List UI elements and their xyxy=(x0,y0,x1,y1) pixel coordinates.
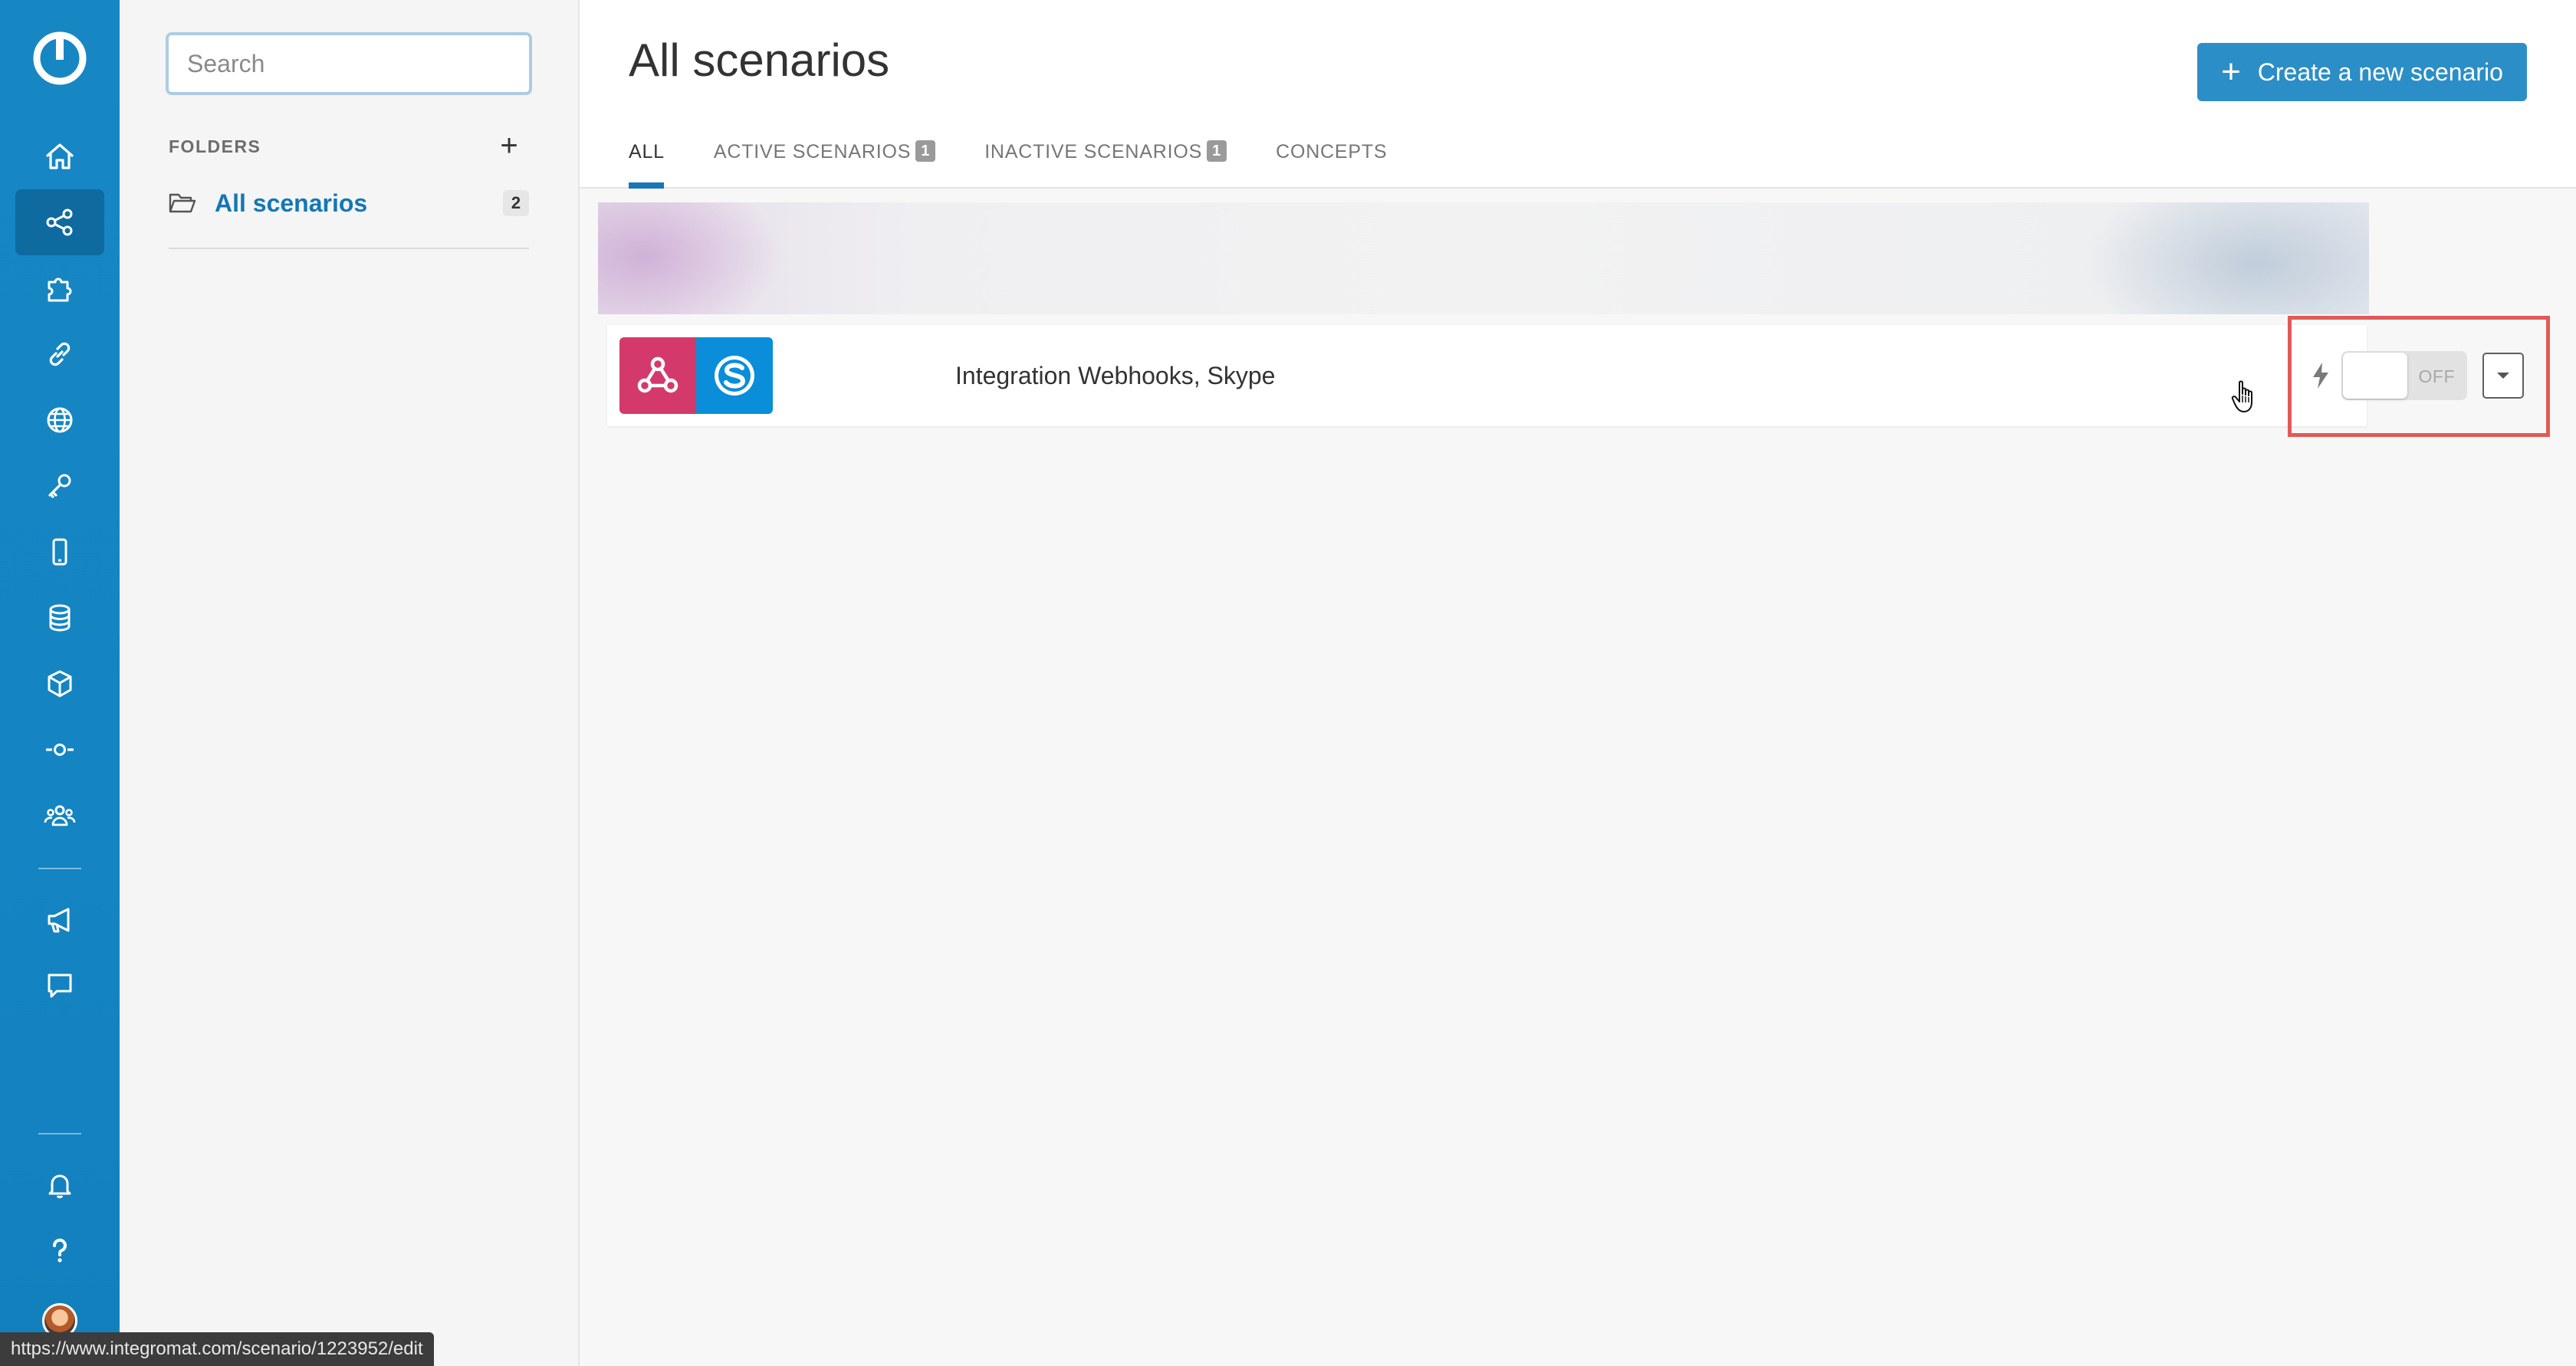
share-icon[interactable] xyxy=(15,189,104,255)
status-bar-url: https://www.integromat.com/scenario/1223… xyxy=(0,1332,434,1366)
database-icon[interactable] xyxy=(15,585,104,651)
tab-label: ALL xyxy=(629,141,665,163)
team-icon[interactable] xyxy=(15,783,104,849)
lightning-icon xyxy=(2313,363,2328,389)
rail-divider xyxy=(38,868,81,869)
create-scenario-label: Create a new scenario xyxy=(2257,57,2503,86)
chevron-down-icon xyxy=(2497,373,2509,379)
scenario-options-dropdown[interactable] xyxy=(2482,353,2524,399)
page-title: All scenarios xyxy=(629,34,890,86)
key-icon[interactable] xyxy=(15,453,104,519)
sidebar-divider xyxy=(169,248,529,249)
scenario-row[interactable]: Integration Webhooks, Skype xyxy=(607,325,2367,426)
tab-inactive-scenarios[interactable]: INACTIVE SCENARIOS 1 xyxy=(984,138,1227,189)
toggle-state-label: OFF xyxy=(2418,366,2455,386)
folder-label: All scenarios xyxy=(215,189,368,217)
chat-icon[interactable] xyxy=(15,953,104,1019)
commit-icon[interactable] xyxy=(15,717,104,783)
bell-icon[interactable] xyxy=(15,1152,104,1218)
link-icon[interactable] xyxy=(15,321,104,387)
home-icon[interactable] xyxy=(15,123,104,189)
tab-count-badge: 1 xyxy=(1207,140,1227,162)
icon-rail xyxy=(0,0,120,1366)
globe-icon[interactable] xyxy=(15,387,104,453)
tab-label: ACTIVE SCENARIOS xyxy=(713,141,912,163)
rail-divider-bottom xyxy=(38,1133,81,1135)
plus-icon: + xyxy=(2221,53,2241,90)
page-header: All scenarios + Create a new scenario AL… xyxy=(580,0,2576,189)
tab-label: INACTIVE SCENARIOS xyxy=(984,141,1203,163)
tab-concepts[interactable]: CONCEPTS xyxy=(1276,138,1387,189)
create-scenario-button[interactable]: + Create a new scenario xyxy=(2197,43,2527,101)
folder-sidebar: FOLDERS + All scenarios 2 xyxy=(120,0,580,1366)
scenario-name: Integration Webhooks, Skype xyxy=(955,362,1276,389)
main-content: All scenarios + Create a new scenario AL… xyxy=(580,0,2576,1366)
help-icon[interactable] xyxy=(15,1218,104,1284)
tab-active-scenarios[interactable]: ACTIVE SCENARIOS 1 xyxy=(713,138,936,189)
megaphone-icon[interactable] xyxy=(15,887,104,953)
scenario-tabs: ALL ACTIVE SCENARIOS 1 INACTIVE SCENARIO… xyxy=(629,138,1436,189)
tab-label: CONCEPTS xyxy=(1276,141,1388,163)
puzzle-icon[interactable] xyxy=(15,255,104,321)
tab-all[interactable]: ALL xyxy=(629,138,665,189)
tab-count-badge: 1 xyxy=(915,140,936,162)
app-window: FOLDERS + All scenarios 2 All scenarios … xyxy=(0,0,2576,1366)
add-folder-button[interactable]: + xyxy=(492,129,526,163)
promo-banner xyxy=(598,202,2369,314)
webhooks-icon xyxy=(619,337,696,414)
skype-icon xyxy=(696,337,773,414)
folders-heading: FOLDERS xyxy=(169,136,261,156)
folder-item-all-scenarios[interactable]: All scenarios 2 xyxy=(169,184,529,222)
folder-count-badge: 2 xyxy=(503,190,529,216)
scenario-toggle[interactable]: OFF xyxy=(2341,351,2467,400)
cube-icon[interactable] xyxy=(15,651,104,717)
search-input[interactable] xyxy=(166,32,532,95)
integromat-logo[interactable] xyxy=(31,29,89,87)
folder-open-icon xyxy=(169,193,196,213)
toggle-knob xyxy=(2343,353,2407,399)
mobile-device-icon[interactable] xyxy=(15,519,104,585)
